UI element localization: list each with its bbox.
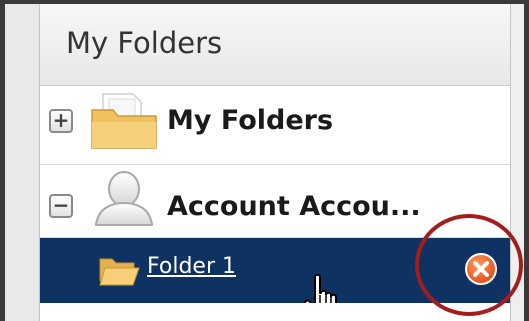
tree-item-my-folders[interactable]: + My Folders <box>40 86 510 165</box>
tree-item-label: My Folders <box>167 105 334 136</box>
tree-item-folder-1[interactable]: Folder 1 <box>40 238 510 321</box>
panel-title: My Folders <box>66 26 223 60</box>
window-frame-right <box>524 0 529 321</box>
panel-header: My Folders <box>40 4 510 86</box>
user-icon <box>94 171 154 226</box>
left-gutter <box>5 4 40 321</box>
tree-item-account[interactable]: − Account Accou... <box>40 165 510 238</box>
folders-panel: My Folders + My Folders − Account Accou.… <box>40 4 511 321</box>
tree-item-label: Account Accou... <box>167 191 421 222</box>
tree-empty-row <box>40 303 510 321</box>
folder-link[interactable]: Folder 1 <box>147 254 236 279</box>
open-folder-icon <box>99 258 140 286</box>
folder-panel-screenshot: My Folders + My Folders − Account Accou.… <box>0 0 529 321</box>
expand-toggle[interactable]: + <box>49 109 73 133</box>
collapse-toggle[interactable]: − <box>49 194 73 218</box>
right-gutter <box>511 4 524 321</box>
delete-icon[interactable] <box>464 252 498 286</box>
folder-icon <box>91 93 157 149</box>
